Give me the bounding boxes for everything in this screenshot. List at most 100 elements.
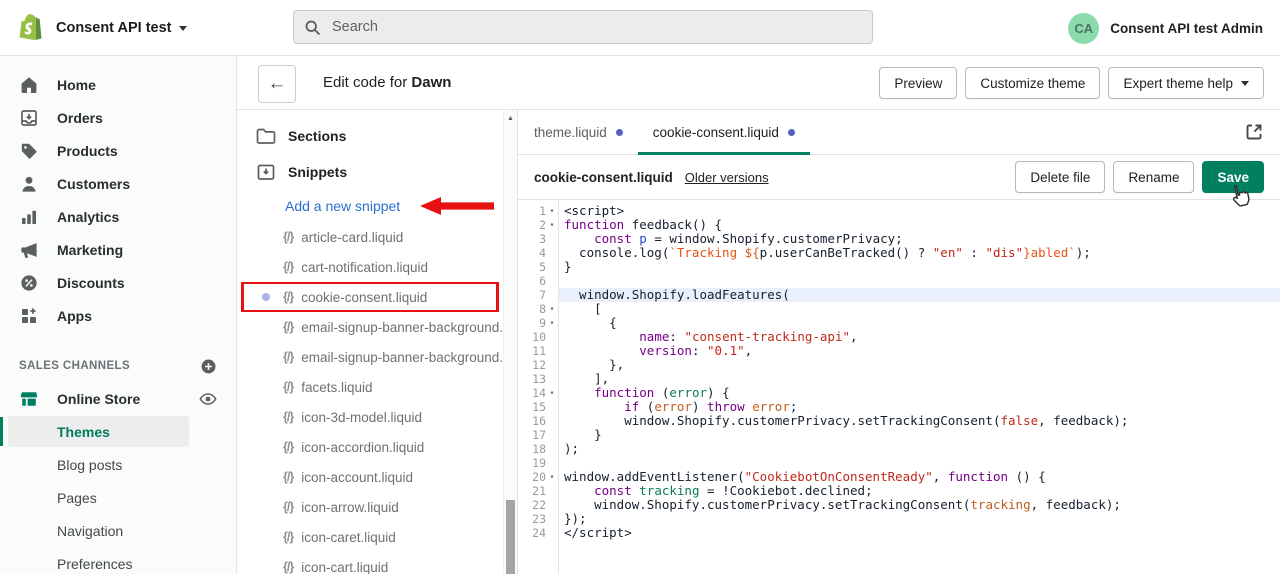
shopify-logo-icon[interactable] xyxy=(17,13,44,43)
file-item-icon-account-liquid[interactable]: {/} icon-account.liquid xyxy=(237,462,517,492)
code-line[interactable]: 2 ▾ function feedback() { xyxy=(518,218,1280,233)
fold-toggle-icon[interactable]: ▾ xyxy=(546,302,558,316)
file-name: cookie-consent.liquid xyxy=(301,289,428,305)
expert-theme-help-button[interactable]: Expert theme help xyxy=(1108,67,1264,99)
tab-theme-liquid[interactable]: theme.liquid xyxy=(519,110,638,154)
code-line[interactable]: 24 </script> xyxy=(518,525,1280,541)
view-store-eye-icon[interactable] xyxy=(199,390,217,408)
sidebar-item-online-store[interactable]: Online Store xyxy=(0,382,236,415)
apps-icon xyxy=(19,306,39,326)
file-item-email-signup-banner-background-liquid[interactable]: {/} email-signup-banner-background.liquid xyxy=(237,312,517,342)
older-versions-link[interactable]: Older versions xyxy=(685,170,769,185)
code-line[interactable]: 11 version: "0.1", xyxy=(518,344,1280,359)
code-lines: 1 ▾ <script> 2 ▾ function feedback() {3 const… xyxy=(518,204,1280,540)
line-number: 22 xyxy=(532,498,546,512)
account-menu[interactable]: CA Consent API test Admin xyxy=(1068,0,1263,56)
sidebar-item-discounts[interactable]: Discounts xyxy=(0,266,236,299)
line-number: 18 xyxy=(532,442,546,456)
code-line[interactable]: 21 const tracking = !Cookiebot.declined; xyxy=(518,484,1280,499)
file-item-facets-liquid[interactable]: {/} facets.liquid xyxy=(237,372,517,402)
search-bar[interactable] xyxy=(293,10,873,44)
code-text: </script> xyxy=(564,525,632,540)
sidebar-item-customers[interactable]: Customers xyxy=(0,167,236,200)
code-line[interactable]: 6 xyxy=(518,274,1280,288)
file-item-icon-cart-liquid[interactable]: {/} icon-cart.liquid xyxy=(237,552,517,574)
file-item-article-card-liquid[interactable]: {/} article-card.liquid xyxy=(237,222,517,252)
sales-channels-header: SALES CHANNELS xyxy=(0,354,236,378)
delete-file-button[interactable]: Delete file xyxy=(1015,161,1106,193)
file-item-icon-caret-liquid[interactable]: {/} icon-caret.liquid xyxy=(237,522,517,552)
marketing-icon xyxy=(19,240,39,260)
sidebar-item-orders[interactable]: Orders xyxy=(0,101,236,134)
sidebar-item-navigation[interactable]: Navigation xyxy=(0,514,236,547)
back-button[interactable]: ← xyxy=(258,65,296,103)
code-line[interactable]: 22 window.Shopify.customerPrivacy.setTra… xyxy=(518,498,1280,513)
add-channel-icon[interactable] xyxy=(200,358,217,375)
code-line[interactable]: 1 ▾ <script> xyxy=(518,204,1280,219)
code-line[interactable]: 16 window.Shopify.customerPrivacy.setTra… xyxy=(518,414,1280,429)
code-line[interactable]: 4 console.log(`Tracking ${p.userCanBeTra… xyxy=(518,246,1280,261)
rename-button[interactable]: Rename xyxy=(1113,161,1195,193)
file-name: icon-arrow.liquid xyxy=(301,499,399,515)
line-number: 23 xyxy=(532,512,546,526)
fold-toggle-icon[interactable]: ▾ xyxy=(546,386,558,400)
code-line[interactable]: 15 if (error) throw error; xyxy=(518,400,1280,415)
save-button[interactable]: Save xyxy=(1202,161,1264,193)
code-line[interactable]: 7 window.Shopify.loadFeatures( xyxy=(518,288,1280,302)
file-name: icon-accordion.liquid xyxy=(301,439,425,455)
sidebar-item-apps[interactable]: Apps xyxy=(0,299,236,332)
code-line[interactable]: 19 xyxy=(518,456,1280,470)
fold-toggle-icon[interactable]: ▾ xyxy=(546,218,558,232)
file-tree-scrollbar[interactable]: ▲ xyxy=(503,110,517,574)
annotation-red-arrow xyxy=(420,196,494,216)
customize-theme-button[interactable]: Customize theme xyxy=(965,67,1101,99)
code-line[interactable]: 13 ], xyxy=(518,372,1280,387)
add-new-snippet-link[interactable]: Add a new snippet xyxy=(237,190,517,222)
file-item-cookie-consent-liquid[interactable]: {/} cookie-consent.liquid xyxy=(237,282,517,312)
fold-toggle-icon[interactable]: ▾ xyxy=(546,470,558,484)
folder-snippets[interactable]: Snippets xyxy=(237,154,517,190)
code-line[interactable]: 5} xyxy=(518,260,1280,275)
file-item-icon-arrow-liquid[interactable]: {/} icon-arrow.liquid xyxy=(237,492,517,522)
search-input[interactable] xyxy=(330,18,862,36)
fold-toggle-icon[interactable]: ▾ xyxy=(546,204,558,218)
file-item-icon-accordion-liquid[interactable]: {/} icon-accordion.liquid xyxy=(237,432,517,462)
scroll-up-icon[interactable]: ▲ xyxy=(504,115,517,122)
sidebar-item-home[interactable]: Home xyxy=(0,68,236,101)
sidebar-item-preferences[interactable]: Preferences xyxy=(0,547,236,574)
code-line[interactable]: 9 ▾ { xyxy=(518,316,1280,331)
fold-toggle-icon[interactable]: ▾ xyxy=(546,316,558,330)
expand-editor-icon[interactable] xyxy=(1244,122,1264,142)
sidebar-item-label: Customers xyxy=(57,175,131,192)
sidebar-item-marketing[interactable]: Marketing xyxy=(0,233,236,266)
store-switcher[interactable]: Consent API test xyxy=(56,0,188,56)
sidebar-item-products[interactable]: Products xyxy=(0,134,236,167)
line-number: 12 xyxy=(532,358,546,372)
tab-cookie-consent-liquid[interactable]: cookie-consent.liquid xyxy=(637,110,810,155)
file-item-email-signup-banner-background-liquid[interactable]: {/} email-signup-banner-background.liquid xyxy=(237,342,517,372)
folder-sections[interactable]: Sections xyxy=(237,118,517,154)
sidebar-item-themes[interactable]: Themes xyxy=(0,415,236,448)
gutter-cell: 13 xyxy=(518,372,558,386)
code-line[interactable]: 10 name: "consent-tracking-api", xyxy=(518,330,1280,345)
code-line[interactable]: 14 ▾ function (error) { xyxy=(518,386,1280,401)
code-text: } xyxy=(564,427,602,442)
file-item-icon-3d-model-liquid[interactable]: {/} icon-3d-model.liquid xyxy=(237,402,517,432)
code-line[interactable]: 20 ▾ window.addEventListener("CookiebotOnC… xyxy=(518,470,1280,485)
file-item-cart-notification-liquid[interactable]: {/} cart-notification.liquid xyxy=(237,252,517,282)
sidebar-item-blog-posts[interactable]: Blog posts xyxy=(0,448,236,481)
code-line[interactable]: 18); xyxy=(518,442,1280,457)
scrollbar-thumb[interactable] xyxy=(506,500,515,574)
code-area[interactable]: 1 ▾ <script> 2 ▾ function feedback() {3 const… xyxy=(518,200,1280,574)
code-line[interactable]: 8 ▾ [ xyxy=(518,302,1280,317)
line-number: 24 xyxy=(532,526,546,540)
sidebar-item-analytics[interactable]: Analytics xyxy=(0,200,236,233)
code-line[interactable]: 3 const p = window.Shopify.customerPriva… xyxy=(518,232,1280,247)
sidebar-item-pages[interactable]: Pages xyxy=(0,481,236,514)
preview-button[interactable]: Preview xyxy=(879,67,958,99)
code-line[interactable]: 23}); xyxy=(518,512,1280,527)
folder-open-download-icon xyxy=(255,162,277,182)
sidebar: Home Orders Products Customers Analytics Mark… xyxy=(0,56,237,574)
code-line[interactable]: 12 }, xyxy=(518,358,1280,373)
code-line[interactable]: 17 } xyxy=(518,427,1280,443)
